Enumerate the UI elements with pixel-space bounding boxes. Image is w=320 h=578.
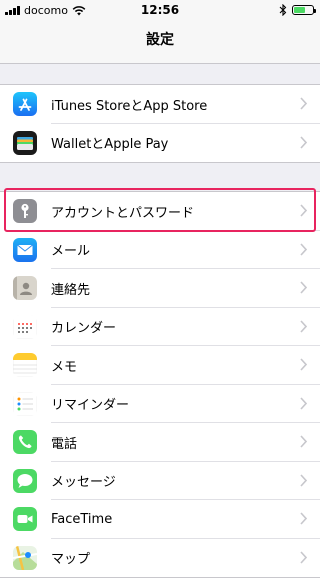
- settings-row-label: リマインダー: [51, 398, 130, 414]
- chevron-right-icon: [300, 204, 307, 217]
- chevron-right-icon: [300, 319, 307, 333]
- settings-row-label: 連絡先: [51, 282, 91, 298]
- mail-icon: [13, 237, 37, 262]
- clock: 12:56: [140, 3, 180, 17]
- chevron-right-icon: [300, 396, 307, 410]
- battery-level: [294, 7, 305, 13]
- status-right: [279, 4, 316, 16]
- settings-row-notes[interactable]: メモ: [0, 346, 320, 385]
- battery-icon: [292, 5, 316, 15]
- settings-row-accounts-passwords[interactable]: アカウントとパスワード: [0, 192, 320, 231]
- contacts-icon: [13, 276, 37, 300]
- settings-row-label: カレンダー: [51, 321, 117, 337]
- chevron-right-icon: [300, 512, 307, 525]
- settings-row-label: FaceTime: [51, 511, 113, 527]
- chevron-right-icon: [300, 242, 307, 256]
- status-bar: docomo 12:56: [0, 0, 320, 20]
- messages-icon: [13, 468, 37, 493]
- settings-row-itunes-app-store[interactable]: iTunes StoreとApp Store: [0, 85, 320, 124]
- settings-row-label: メッセージ: [51, 475, 116, 491]
- settings-group-store: iTunes StoreとApp Store WalletとApple Pay: [0, 84, 320, 163]
- chevron-right-icon: [300, 281, 307, 294]
- settings-row-label: マップ: [51, 552, 91, 568]
- settings-row-label: iTunes StoreとApp Store: [51, 98, 208, 114]
- settings-row-reminders[interactable]: リマインダー: [0, 385, 320, 423]
- key-icon: [13, 199, 37, 223]
- wallet-icon: [13, 130, 37, 155]
- calendar-icon: [13, 314, 37, 339]
- chevron-right-icon: [300, 135, 307, 149]
- navigation-bar: 設定: [0, 20, 320, 64]
- chevron-right-icon: [300, 358, 307, 371]
- reminders-icon: [13, 391, 37, 416]
- settings-row-wallet-apple-pay[interactable]: WalletとApple Pay: [0, 124, 320, 163]
- chevron-right-icon: [300, 97, 307, 110]
- settings-row-phone[interactable]: 電話: [0, 423, 320, 462]
- settings-group-apps: アカウントとパスワード メール 連絡先 カレンダー メモ リマインダー 電話 メ…: [0, 191, 320, 578]
- settings-row-messages[interactable]: メッセージ: [0, 462, 320, 500]
- settings-row-label: メモ: [51, 359, 78, 375]
- settings-row-calendar[interactable]: カレンダー: [0, 308, 320, 346]
- chevron-right-icon: [300, 473, 307, 487]
- settings-row-facetime[interactable]: FaceTime: [0, 500, 320, 539]
- settings-row-label: WalletとApple Pay: [51, 137, 169, 153]
- settings-row-label: メール: [51, 244, 91, 260]
- phone-icon: [13, 430, 37, 454]
- settings-row-maps[interactable]: マップ: [0, 539, 320, 578]
- settings-row-label: アカウントとパスワード: [51, 205, 195, 221]
- settings-row-contacts[interactable]: 連絡先: [0, 269, 320, 308]
- facetime-icon: [13, 507, 37, 531]
- chevron-right-icon: [300, 435, 307, 448]
- maps-icon: [13, 545, 37, 570]
- settings-row-mail[interactable]: メール: [0, 231, 320, 269]
- app-store-icon: [13, 92, 37, 116]
- notes-icon: [13, 353, 37, 377]
- chevron-right-icon: [300, 550, 307, 564]
- page-title: 設定: [146, 32, 174, 48]
- bluetooth-icon: [279, 4, 287, 16]
- settings-row-label: 電話: [51, 436, 78, 452]
